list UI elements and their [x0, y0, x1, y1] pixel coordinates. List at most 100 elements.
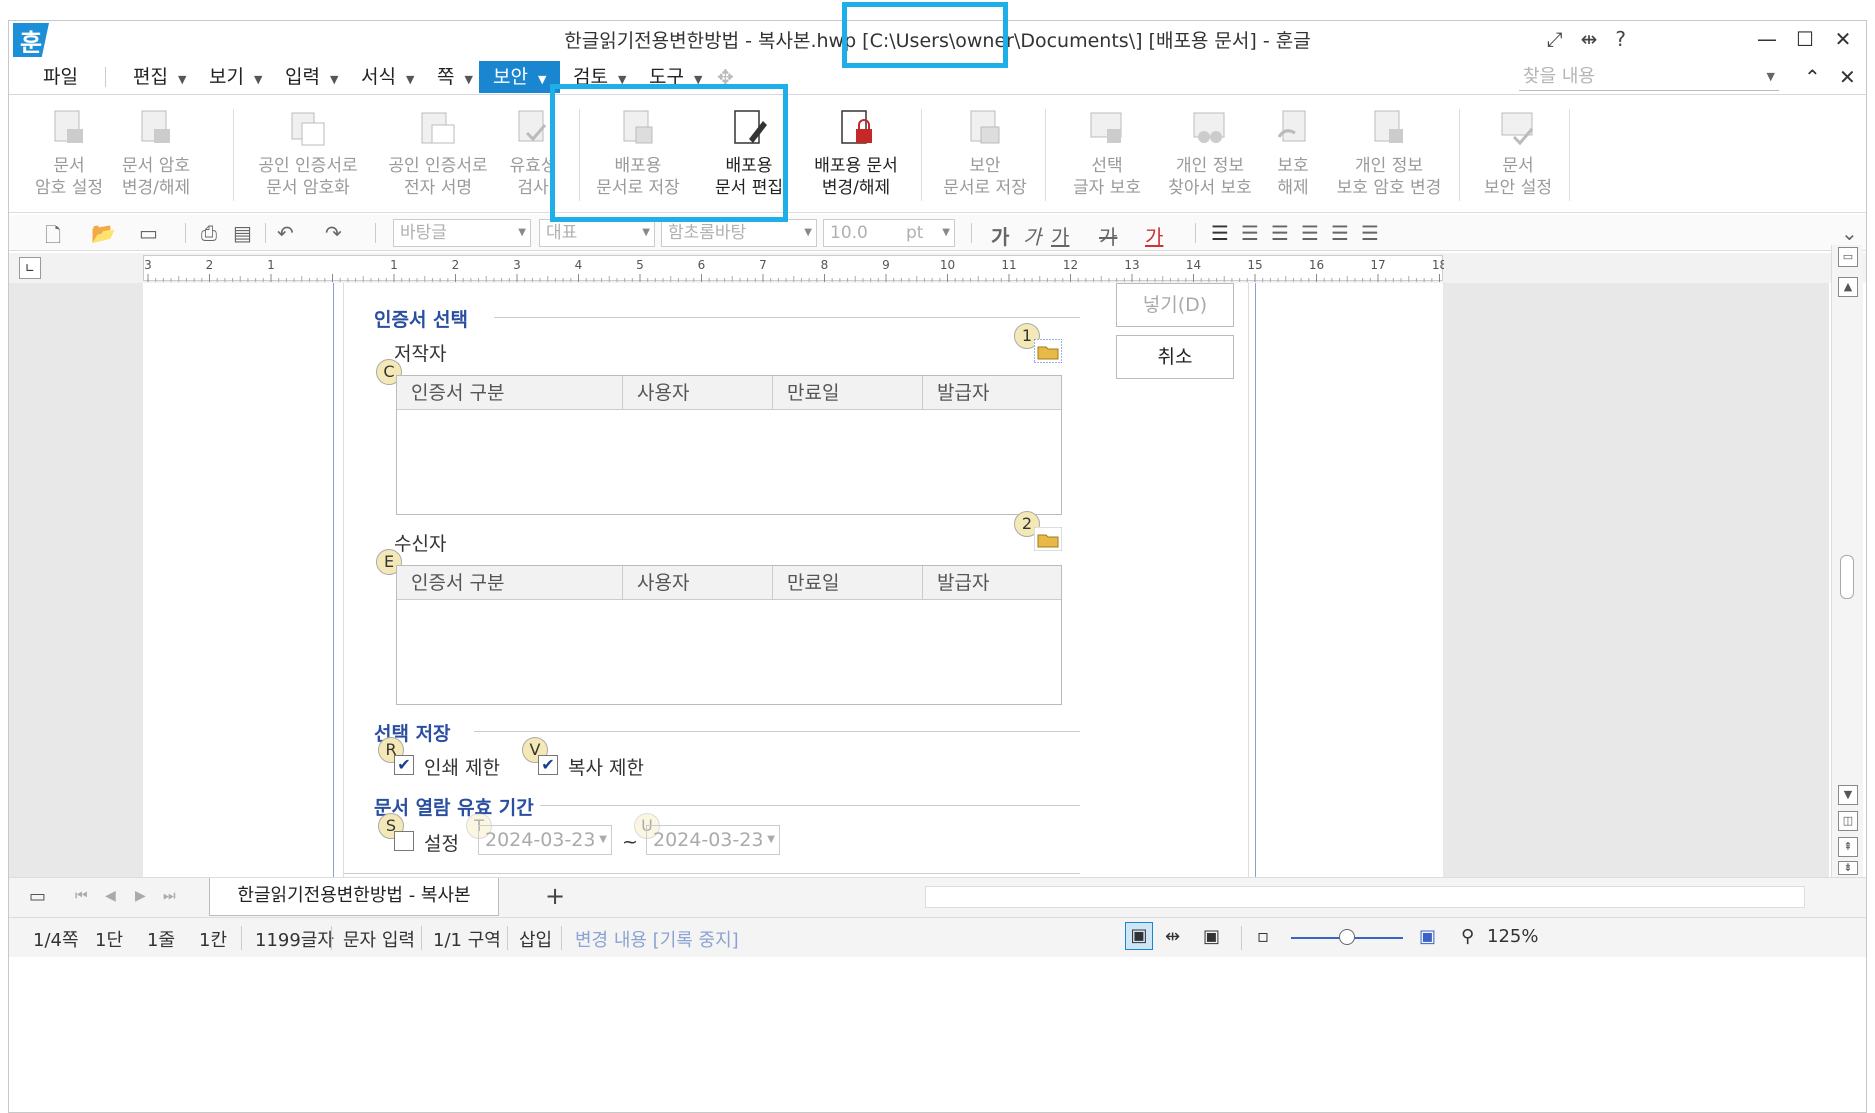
- author-cert-table[interactable]: 인증서 구분 사용자 만료일 발급자: [396, 375, 1062, 515]
- status-insert-mode[interactable]: 삽입: [519, 926, 552, 952]
- maximize-icon[interactable]: ☐: [1786, 23, 1824, 55]
- zoom-magnifier-icon[interactable]: ⚲: [1461, 926, 1474, 947]
- last-tab-icon[interactable]: ⏭: [163, 888, 176, 904]
- resize-width-icon[interactable]: ⇹: [1581, 27, 1598, 51]
- doc-password-set-button[interactable]: 문서 암호 설정: [29, 109, 109, 199]
- receiver-cert-table[interactable]: 인증서 구분 사용자 만료일 발급자: [396, 565, 1062, 705]
- receiver-folder-icon[interactable]: [1034, 527, 1062, 551]
- cert-sign-button[interactable]: 공인 인증서로 전자 서명: [377, 109, 499, 199]
- protect-selected-text-button[interactable]: 선택 글자 보호: [1059, 109, 1155, 199]
- zoom-slider-thumb[interactable]: [1339, 929, 1355, 945]
- font-size-field[interactable]: 10.0 pt ▼: [823, 219, 955, 247]
- strikethrough-button[interactable]: 가: [1099, 221, 1117, 250]
- tab-list-icon[interactable]: ▭: [29, 886, 46, 907]
- menu-format[interactable]: 서식 ▼: [353, 61, 422, 93]
- scroll-up-icon[interactable]: ▲: [1838, 277, 1858, 297]
- print-icon[interactable]: ⎙: [201, 221, 217, 245]
- first-tab-icon[interactable]: ⏮: [75, 888, 88, 904]
- open-folder-icon[interactable]: 📂: [91, 221, 116, 245]
- align-divide-icon[interactable]: ☰: [1361, 221, 1379, 245]
- cert-encrypt-button[interactable]: 공인 인증서로 문서 암호화: [247, 109, 369, 199]
- prev-tab-icon[interactable]: ◀: [105, 888, 116, 904]
- fullscreen-icon[interactable]: ⤢: [1547, 27, 1563, 51]
- document-page[interactable]: 인증서 선택 1 저작자 C 인증서 구분 사용자 만료일 발급자 2 수신자: [143, 283, 1443, 877]
- date-from-field[interactable]: 2024-03-23 ▼: [478, 825, 612, 855]
- private-password-change-button[interactable]: 개인 정보 보호 암호 변경: [1327, 109, 1451, 199]
- document-area[interactable]: 인증서 선택 1 저작자 C 인증서 구분 사용자 만료일 발급자 2 수신자: [9, 283, 1829, 877]
- col-user[interactable]: 사용자: [623, 376, 773, 409]
- menu-insert[interactable]: 입력 ▼: [277, 61, 346, 93]
- align-right-icon[interactable]: ☰: [1301, 221, 1319, 245]
- italic-button[interactable]: 가: [1023, 221, 1041, 250]
- toolbar-expand-icon[interactable]: ⌄: [1841, 221, 1858, 245]
- normal-view-icon[interactable]: ▣: [1125, 922, 1153, 950]
- close-doc-icon[interactable]: ✕: [1839, 65, 1856, 89]
- font-color-button[interactable]: 가: [1145, 221, 1163, 250]
- style-select[interactable]: 바탕글 ▼: [393, 219, 531, 247]
- find-protect-private-button[interactable]: 개인 정보 찾아서 보호: [1155, 109, 1265, 199]
- zoom-out-icon[interactable]: ▫: [1257, 926, 1269, 947]
- tab-stop-icon[interactable]: ∟: [19, 257, 41, 279]
- fit-width-icon[interactable]: ⇹: [1165, 926, 1180, 947]
- zoom-in-icon[interactable]: ▣: [1419, 926, 1436, 947]
- copy-limit-checkbox[interactable]: ✔: [538, 755, 558, 775]
- align-distribute-icon[interactable]: ☰: [1331, 221, 1349, 245]
- scroll-thumb[interactable]: [1840, 555, 1854, 599]
- doc-password-change-button[interactable]: 문서 암호 변경/해제: [109, 109, 203, 199]
- horizontal-scrollbar[interactable]: [925, 886, 1805, 908]
- doc-tab[interactable]: 한글읽기전용변한방법 - 복사본: [209, 878, 499, 916]
- col-expiry[interactable]: 만료일: [773, 566, 923, 599]
- align-justify-icon[interactable]: ☰: [1211, 221, 1229, 245]
- help-icon[interactable]: ?: [1615, 27, 1626, 51]
- menu-file[interactable]: 파일: [35, 61, 86, 93]
- align-left-icon[interactable]: ☰: [1241, 221, 1259, 245]
- period-checkbox[interactable]: [394, 831, 414, 851]
- col-user[interactable]: 사용자: [623, 566, 773, 599]
- zoom-level[interactable]: 125%: [1487, 926, 1538, 947]
- status-track-changes[interactable]: 변경 내용 [기록 중지]: [575, 926, 739, 952]
- minimize-icon[interactable]: —: [1748, 23, 1786, 55]
- new-document-icon[interactable]: 🗋: [45, 221, 61, 255]
- cancel-button[interactable]: 취소: [1116, 335, 1234, 379]
- status-input-mode[interactable]: 문자 입력: [343, 926, 415, 952]
- bold-button[interactable]: 가: [991, 221, 1009, 250]
- next-page-icon[interactable]: ⇟: [1838, 861, 1858, 875]
- author-folder-icon[interactable]: [1034, 339, 1062, 363]
- preview-icon[interactable]: ▤: [233, 221, 252, 245]
- change-distribution-doc-button[interactable]: 배포용 문서 변경/해제: [801, 109, 911, 199]
- undo-icon[interactable]: ↶: [277, 221, 294, 245]
- align-center-icon[interactable]: ☰: [1271, 221, 1289, 245]
- unprotect-button[interactable]: 보호 해제: [1267, 109, 1319, 199]
- language-select[interactable]: 대표 ▼: [539, 219, 655, 247]
- menu-edit[interactable]: 편집 ▼: [125, 61, 194, 93]
- col-issuer[interactable]: 발급자: [923, 376, 1061, 409]
- font-select[interactable]: 함초롬바탕 ▼: [661, 219, 817, 247]
- vertical-scrollbar[interactable]: ▭ ▲ ▼ ◫ ⇞ ⇟: [1831, 245, 1863, 877]
- scroll-down-icon[interactable]: ▼: [1838, 785, 1858, 805]
- print-limit-checkbox[interactable]: ✔: [394, 755, 414, 775]
- status-page[interactable]: 1/4쪽: [33, 926, 79, 952]
- prev-page-icon[interactable]: ⇞: [1838, 837, 1858, 857]
- search-input[interactable]: 찾을 내용 ▼: [1519, 63, 1779, 91]
- col-cert-type[interactable]: 인증서 구분: [397, 566, 623, 599]
- ruler[interactable]: 3 2 1 1 2 3 4 5 6 7 8 9 10 11 12 13 14 15 16 17 18: [143, 255, 1494, 282]
- page-view-icon[interactable]: ◫: [1838, 811, 1858, 831]
- menu-security[interactable]: 보안 ▼: [479, 61, 561, 93]
- add-tab-button[interactable]: +: [545, 882, 565, 910]
- menu-view[interactable]: 보기 ▼: [201, 61, 270, 93]
- doc-security-settings-button[interactable]: 문서 보안 설정: [1475, 109, 1561, 199]
- close-icon[interactable]: ✕: [1824, 23, 1862, 55]
- full-page-icon[interactable]: ▣: [1203, 926, 1220, 947]
- split-view-icon[interactable]: ▭: [1838, 247, 1858, 267]
- date-to-field[interactable]: 2024-03-23 ▼: [646, 825, 780, 855]
- col-expiry[interactable]: 만료일: [773, 376, 923, 409]
- save-as-secure-button[interactable]: 보안 문서로 저장: [933, 109, 1037, 199]
- menu-page[interactable]: 쪽 ▼: [429, 61, 481, 93]
- underline-button[interactable]: 가: [1051, 221, 1069, 250]
- col-issuer[interactable]: 발급자: [923, 566, 1061, 599]
- col-cert-type[interactable]: 인증서 구분: [397, 376, 623, 409]
- collapse-ribbon-icon[interactable]: ⌃: [1804, 65, 1821, 89]
- save-icon[interactable]: ▭: [139, 221, 158, 245]
- redo-icon[interactable]: ↷: [325, 221, 342, 245]
- next-tab-icon[interactable]: ▶: [135, 888, 146, 904]
